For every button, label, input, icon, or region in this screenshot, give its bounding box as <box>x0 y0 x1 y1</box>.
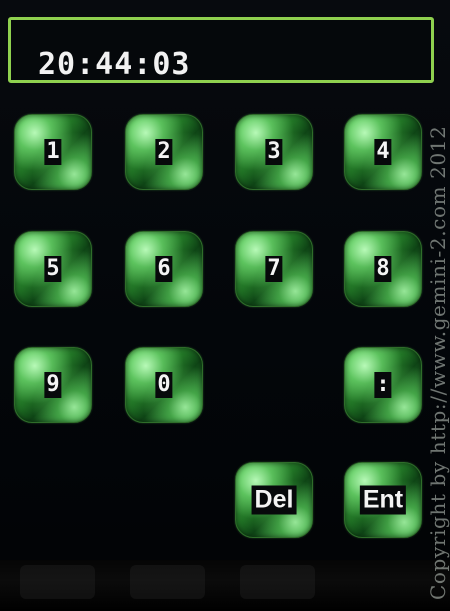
key-0-label: 0 <box>155 372 173 398</box>
key-9-button[interactable]: 9 <box>14 347 92 423</box>
bezel-reflection <box>240 565 315 599</box>
time-display-value: 20:44:03 <box>38 47 191 82</box>
key-8-label: 8 <box>374 256 392 282</box>
key-3-button[interactable]: 3 <box>235 114 313 190</box>
key-1-label: 1 <box>44 139 62 165</box>
key-7-label: 7 <box>265 256 283 282</box>
key-colon-button[interactable]: : <box>344 347 422 423</box>
copyright-watermark: Copyright by http://www.gemini-2.com 201… <box>426 125 450 600</box>
key-4-label: 4 <box>374 139 392 165</box>
key-1-button[interactable]: 1 <box>14 114 92 190</box>
enter-button[interactable]: Ent <box>344 462 422 538</box>
key-5-label: 5 <box>44 256 62 282</box>
key-2-button[interactable]: 2 <box>125 114 203 190</box>
delete-button[interactable]: Del <box>235 462 313 538</box>
key-0-button[interactable]: 0 <box>125 347 203 423</box>
key-colon-label: : <box>374 372 392 398</box>
key-6-label: 6 <box>155 256 173 282</box>
key-7-button[interactable]: 7 <box>235 231 313 307</box>
lcd-screen: 20:44:03 1 2 3 4 5 6 7 8 9 0 : Del Ent <box>0 0 450 560</box>
key-6-button[interactable]: 6 <box>125 231 203 307</box>
delete-button-label: Del <box>251 485 297 515</box>
key-8-button[interactable]: 8 <box>344 231 422 307</box>
time-display: 20:44:03 <box>8 17 434 83</box>
bezel-reflection <box>130 565 205 599</box>
key-9-label: 9 <box>44 372 62 398</box>
key-3-label: 3 <box>265 139 283 165</box>
bezel-reflection <box>20 565 95 599</box>
key-2-label: 2 <box>155 139 173 165</box>
key-5-button[interactable]: 5 <box>14 231 92 307</box>
enter-button-label: Ent <box>359 485 407 515</box>
key-4-button[interactable]: 4 <box>344 114 422 190</box>
